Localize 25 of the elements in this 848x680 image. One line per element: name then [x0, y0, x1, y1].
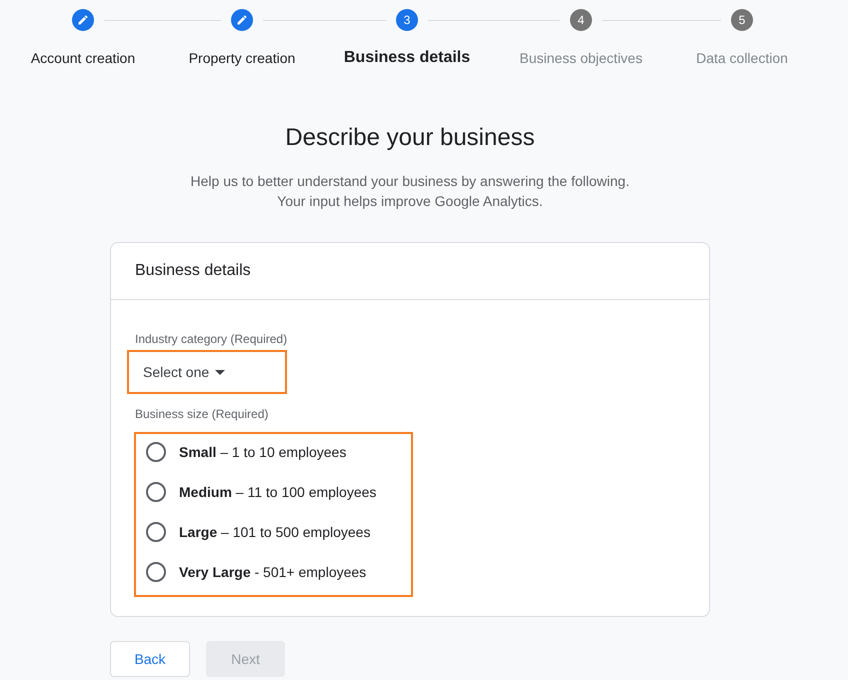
field-label: Industry category (Required): [135, 331, 288, 347]
option-label[interactable]: Large – 101 to 500 employees: [179, 524, 370, 540]
back-button[interactable]: Back: [110, 641, 190, 677]
radio-button[interactable]: [146, 442, 166, 462]
field-label: Business size (Required): [135, 406, 268, 422]
step-number: 3: [396, 9, 418, 31]
industry-dropdown[interactable]: Select one: [127, 350, 287, 394]
subtitle-text: Help us to better understand your business by answering the following.: [190, 172, 630, 191]
subtitle-text: Your input helps improve Google Analytics.: [277, 192, 543, 211]
caret-icon: [215, 370, 226, 374]
step-number: 4: [570, 9, 592, 31]
page-title: Describe your business: [285, 123, 535, 153]
radio-button[interactable]: [146, 522, 166, 542]
radio-button[interactable]: [146, 482, 166, 502]
option-label[interactable]: Small – 1 to 10 employees: [179, 444, 346, 460]
step-label: Data collection: [696, 49, 788, 68]
option-label[interactable]: Medium – 11 to 100 employees: [179, 484, 376, 500]
option-label[interactable]: Very Large - 501+ employees: [179, 564, 366, 580]
step-number: 5: [731, 9, 753, 31]
card-title: Business details: [135, 262, 251, 280]
step-label: Business objectives: [520, 49, 642, 68]
step-label: Account creation: [30, 49, 136, 68]
step-label: Property creation: [188, 49, 296, 68]
step-label: Business details: [344, 48, 470, 68]
radio-button[interactable]: [146, 562, 166, 582]
